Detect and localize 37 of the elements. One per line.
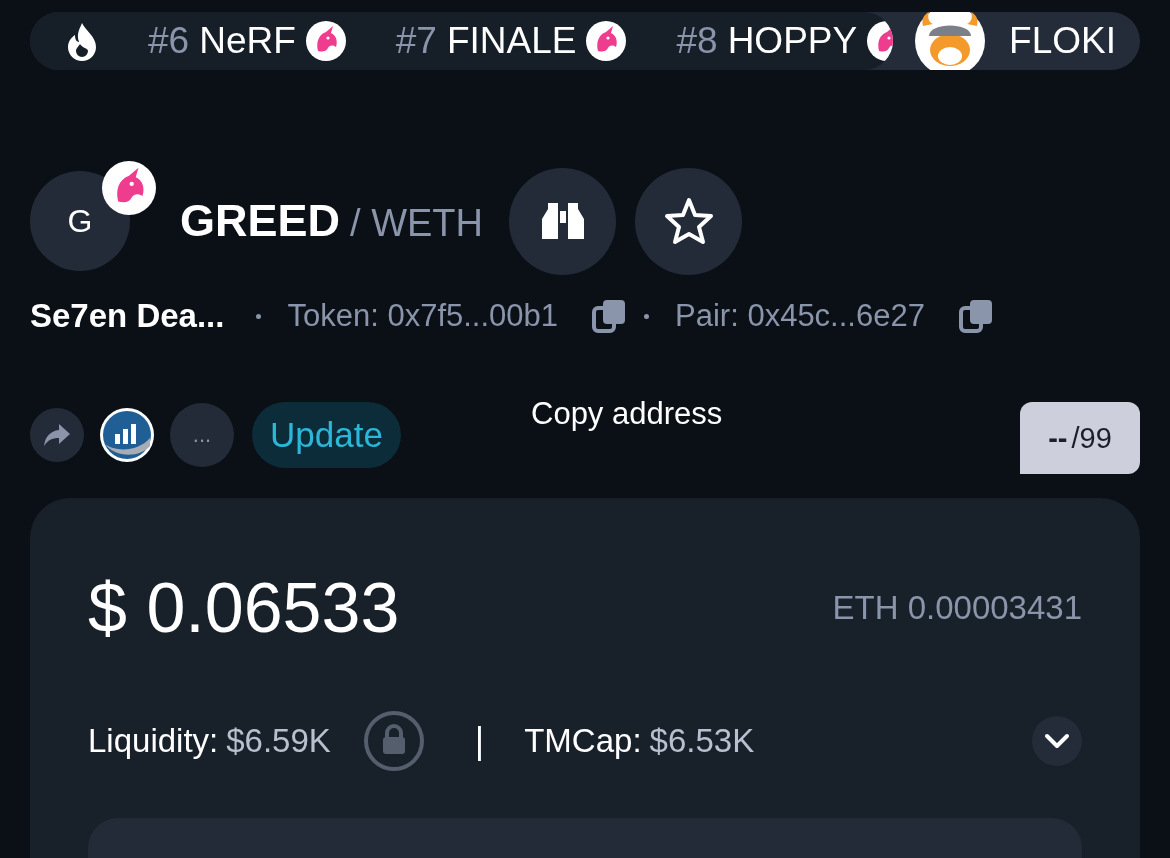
unicorn-icon — [305, 21, 346, 61]
star-icon — [663, 197, 714, 245]
more-button[interactable]: ... — [170, 403, 234, 467]
token-address: Token: 0x7f5...00b1 — [287, 298, 559, 334]
quote-token: / WETH — [350, 202, 484, 245]
ticker-item[interactable]: #8 HOPPY — [676, 20, 894, 62]
chart-site-button[interactable] — [100, 408, 154, 462]
copy-icon — [592, 299, 627, 333]
stat-separator: | — [474, 720, 485, 762]
token-name: Se7en Dea... — [30, 297, 225, 335]
share-button[interactable] — [30, 408, 84, 462]
featured-token[interactable]: FLOKI — [893, 12, 1140, 70]
copy-button[interactable] — [592, 299, 627, 333]
flame-icon — [66, 21, 98, 61]
stat-value: $6.59K — [226, 722, 331, 760]
tooltip-text: Copy address — [531, 396, 723, 432]
stat-value: $6.53K — [649, 722, 755, 760]
ticker-item[interactable]: #6 NeRF — [148, 20, 346, 62]
price-eth: ETH 0.00003431 — [832, 589, 1082, 627]
dog-logo-icon — [915, 12, 986, 70]
share-icon — [43, 423, 71, 447]
unicorn-icon — [586, 21, 627, 61]
chevron-down-icon — [1044, 733, 1070, 749]
update-button[interactable]: Update — [252, 402, 401, 468]
token-avatar: G — [30, 171, 130, 271]
price-usd: $ 0.06533 — [88, 568, 400, 648]
unicorn-icon — [102, 161, 156, 215]
bar-chart-icon — [100, 408, 154, 462]
pair-address: Pair: 0x45c...6e27 — [675, 298, 925, 334]
copy-button[interactable] — [958, 299, 993, 333]
expand-button[interactable] — [1032, 716, 1082, 766]
ticker-item[interactable]: #7 FINALE — [395, 20, 627, 62]
stat-label: TMCap: — [524, 722, 642, 760]
stat-label: Liquidity: — [88, 722, 219, 760]
copy-icon — [958, 299, 993, 333]
score-badge: --/99 — [1020, 402, 1140, 474]
base-token: GREED — [180, 195, 341, 247]
